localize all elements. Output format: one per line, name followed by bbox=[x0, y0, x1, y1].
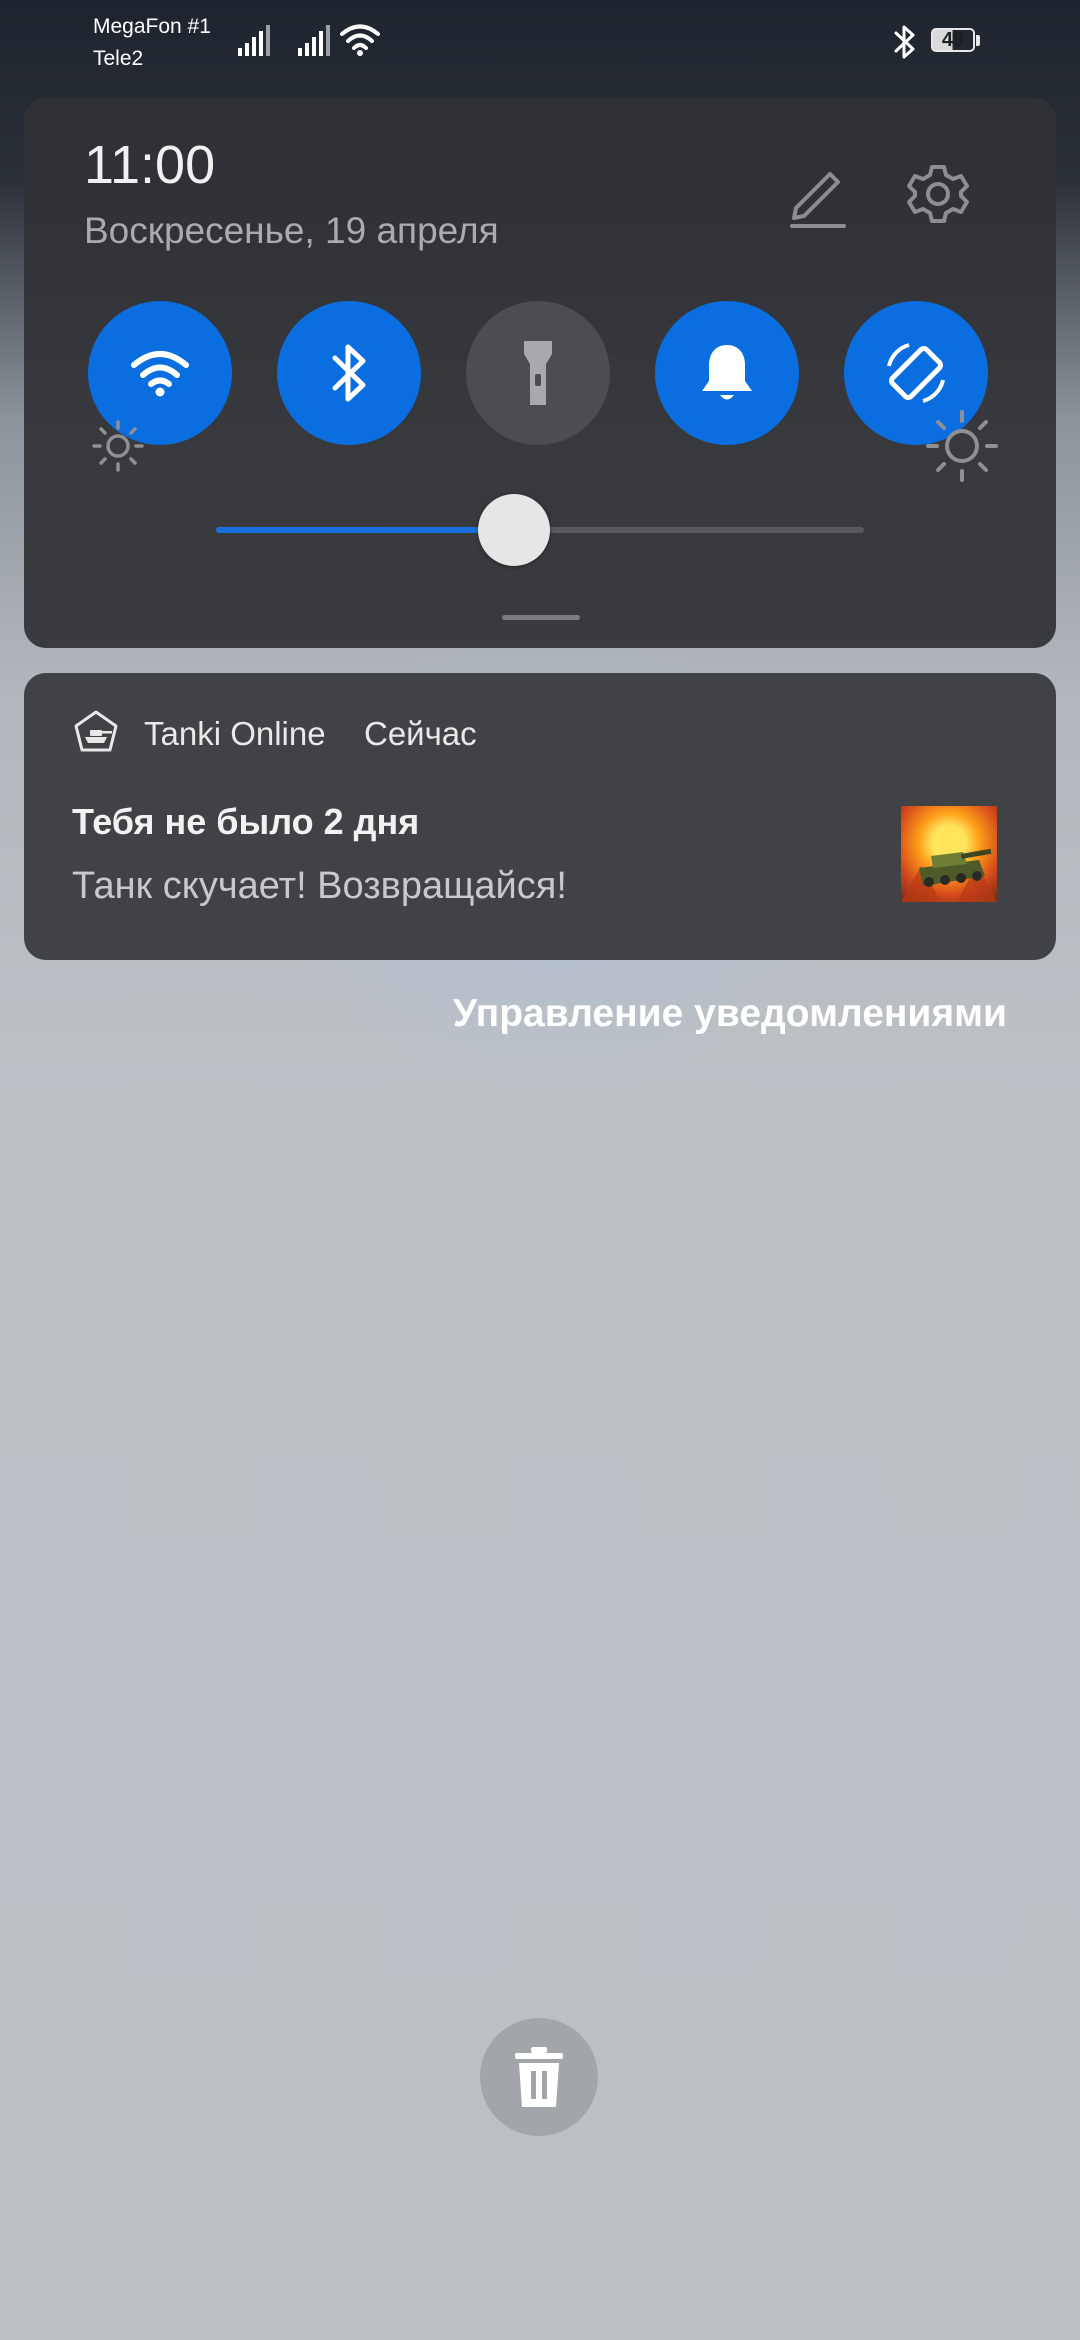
signal-icon bbox=[298, 24, 332, 56]
battery-icon: 49 bbox=[931, 28, 981, 54]
battery-percent: 49 bbox=[941, 29, 965, 51]
tank-game-thumbnail bbox=[901, 806, 997, 902]
tile-flashlight[interactable] bbox=[466, 301, 610, 445]
notification-app-name: Tanki Online bbox=[144, 715, 326, 752]
carrier-name-2: Tele2 bbox=[93, 47, 144, 70]
brightness-slider-thumb[interactable] bbox=[478, 494, 550, 566]
rotate-icon bbox=[887, 343, 945, 403]
wifi-icon bbox=[340, 22, 380, 58]
brightness-slider[interactable] bbox=[216, 494, 864, 566]
manage-notifications-link[interactable]: Управление уведомлениями bbox=[453, 992, 1007, 1036]
trash-icon bbox=[515, 2047, 563, 2107]
bell-icon bbox=[702, 345, 752, 400]
date[interactable]: Воскресенье, 19 апреля bbox=[84, 210, 499, 252]
gear-icon bbox=[907, 165, 969, 223]
clear-all-button[interactable] bbox=[480, 2018, 598, 2136]
bluetooth-icon bbox=[893, 24, 917, 60]
tile-bluetooth[interactable] bbox=[277, 301, 421, 445]
brightness-slider-fill bbox=[216, 527, 514, 533]
signal-icon bbox=[238, 24, 272, 56]
pencil-icon bbox=[790, 172, 846, 228]
brightness-low-icon bbox=[88, 416, 148, 481]
edit-tiles-button[interactable] bbox=[782, 158, 854, 230]
bluetooth-icon bbox=[332, 344, 366, 402]
flashlight-icon bbox=[524, 341, 552, 405]
notification-time: Сейчас bbox=[364, 715, 477, 752]
brightness-high-icon bbox=[922, 406, 1002, 491]
notification-title: Тебя не было 2 дня bbox=[72, 801, 420, 842]
notification-card[interactable]: Tanki Online Сейчас Тебя не было 2 дня Т… bbox=[24, 673, 1056, 960]
tanki-online-app-icon bbox=[73, 709, 119, 755]
clock[interactable]: 11:00 bbox=[84, 134, 215, 196]
tile-sound[interactable] bbox=[655, 301, 799, 445]
carrier-name-1: MegaFon #1 bbox=[93, 15, 211, 38]
status-bar: MegaFon #1 Tele2 49 bbox=[0, 0, 1080, 84]
wifi-icon bbox=[131, 351, 189, 397]
notification-text: Танк скучает! Возвращайся! bbox=[72, 865, 567, 907]
quick-settings-panel: 11:00 Воскресенье, 19 апреля bbox=[24, 98, 1056, 648]
settings-button[interactable] bbox=[902, 158, 974, 230]
expand-handle[interactable] bbox=[502, 615, 580, 620]
